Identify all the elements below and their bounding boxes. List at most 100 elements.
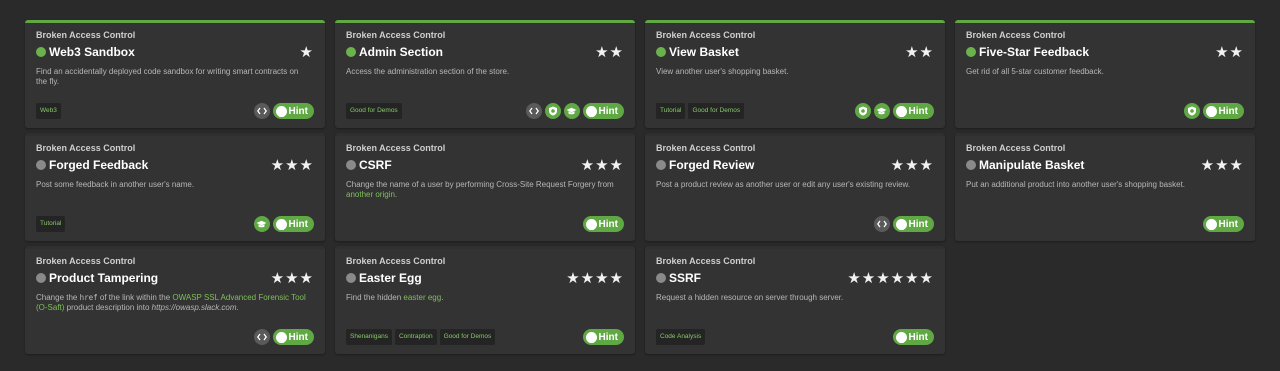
mortarboard-icon[interactable] xyxy=(563,103,580,119)
code-icon[interactable] xyxy=(253,329,270,345)
hint-button[interactable]: Hint xyxy=(1202,216,1244,232)
description-text: https://owasp.slack.com xyxy=(151,303,237,312)
challenge-tag: Contraption xyxy=(394,329,437,345)
challenge-actions: Hint xyxy=(1202,216,1244,232)
challenge-tag: Tutorial xyxy=(36,216,66,232)
challenge-description: Request a hidden resource on server thro… xyxy=(656,293,926,303)
difficulty-stars: ★★ xyxy=(905,44,934,61)
challenge-actions: Hint xyxy=(1183,103,1244,119)
difficulty-stars: ★★★ xyxy=(890,157,934,174)
hint-button[interactable]: Hint xyxy=(892,329,934,345)
challenge-title-row: Web3 Sandbox ★ xyxy=(36,44,314,61)
difficulty-stars: ★★★ xyxy=(580,157,624,174)
lightbulb-icon xyxy=(275,218,287,230)
challenge-category: Broken Access Control xyxy=(966,30,1066,40)
challenge-description: Find an accidentally deployed code sandb… xyxy=(36,67,306,87)
challenge-footer: Hint xyxy=(36,329,314,345)
description-text: Post some feedback in another user's nam… xyxy=(36,180,195,189)
challenge-card: Broken Access Control Web3 Sandbox ★ Find a… xyxy=(25,20,325,128)
unsolved-status-icon xyxy=(346,273,356,283)
challenge-footer: Hint xyxy=(346,216,624,232)
challenge-tag: Shenanigans xyxy=(346,329,392,345)
hint-label: Hint xyxy=(1218,105,1238,117)
difficulty-stars: ★★★ xyxy=(270,157,314,174)
description-link[interactable]: easter egg xyxy=(403,293,441,302)
challenge-actions: Hint xyxy=(582,216,624,232)
solved-status-icon xyxy=(36,47,46,57)
challenge-title: Forged Feedback xyxy=(49,158,149,172)
challenge-title: View Basket xyxy=(669,45,739,59)
code-icon[interactable] xyxy=(873,216,890,232)
challenge-tag: Code Analysis xyxy=(656,329,706,345)
challenge-category: Broken Access Control xyxy=(966,143,1066,153)
mortarboard-icon[interactable] xyxy=(253,216,270,232)
challenge-description: Put an additional product into another u… xyxy=(966,180,1236,190)
challenge-actions: Hint xyxy=(582,329,624,345)
hint-button[interactable]: Hint xyxy=(892,103,934,119)
hint-button[interactable]: Hint xyxy=(582,103,624,119)
difficulty-stars: ★ xyxy=(299,44,314,61)
solved-status-icon xyxy=(346,47,356,57)
challenge-title: Manipulate Basket xyxy=(979,158,1085,172)
challenge-title: Five-Star Feedback xyxy=(979,45,1090,59)
challenge-title: CSRF xyxy=(359,158,392,172)
challenge-category: Broken Access Control xyxy=(346,256,446,266)
code-icon[interactable] xyxy=(253,103,270,119)
description-text: Put an additional product into another u… xyxy=(966,180,1186,189)
challenge-title-row: Five-Star Feedback ★★ xyxy=(966,44,1244,61)
challenge-actions: Hint xyxy=(892,329,934,345)
badge-icon[interactable] xyxy=(544,103,561,119)
lightbulb-icon xyxy=(895,105,907,117)
description-link[interactable]: another origin xyxy=(346,190,395,199)
challenge-card: Broken Access Control Admin Section ★★ Acce… xyxy=(335,20,635,128)
badge-icon[interactable] xyxy=(1183,103,1200,119)
lightbulb-icon xyxy=(585,105,597,117)
description-text: product description into xyxy=(64,303,152,312)
challenge-description: Find the hidden easter egg. xyxy=(346,293,616,303)
description-text: Find the hidden xyxy=(346,293,404,302)
description-text: View another user's shopping basket. xyxy=(656,67,789,76)
challenge-card: Broken Access Control View Basket ★★ View a… xyxy=(645,20,945,128)
hint-button[interactable]: Hint xyxy=(272,103,314,119)
challenge-title-row: Forged Review ★★★ xyxy=(656,157,934,174)
challenge-category: Broken Access Control xyxy=(36,30,136,40)
description-text: Post a product review as another user or… xyxy=(656,180,911,189)
hint-label: Hint xyxy=(908,218,928,230)
challenge-category: Broken Access Control xyxy=(346,143,446,153)
hint-label: Hint xyxy=(598,105,618,117)
description-text: Change the xyxy=(36,293,80,302)
challenge-title: Easter Egg xyxy=(359,271,422,285)
tag-list: Code Analysis xyxy=(656,329,706,345)
lightbulb-icon xyxy=(585,218,597,230)
badge-icon[interactable] xyxy=(854,103,871,119)
challenge-title-row: View Basket ★★ xyxy=(656,44,934,61)
challenge-actions: Hint xyxy=(525,103,624,119)
challenge-category: Broken Access Control xyxy=(36,256,136,266)
tag-list: Shenanigans Contraption Good for Demos xyxy=(346,329,496,345)
unsolved-status-icon xyxy=(966,160,976,170)
challenge-footer: Good for Demos Hint xyxy=(346,103,624,119)
challenge-card: Broken Access Control Product Tampering ★★… xyxy=(25,246,325,354)
lightbulb-icon xyxy=(585,331,597,343)
hint-button[interactable]: Hint xyxy=(892,216,934,232)
tag-list: Web3 xyxy=(36,103,61,119)
hint-button[interactable]: Hint xyxy=(582,216,624,232)
hint-label: Hint xyxy=(908,331,928,343)
hint-button[interactable]: Hint xyxy=(272,216,314,232)
difficulty-stars: ★★ xyxy=(1215,44,1244,61)
challenge-actions: Hint xyxy=(253,329,314,345)
challenge-title: Product Tampering xyxy=(49,271,159,285)
challenge-description: Post some feedback in another user's nam… xyxy=(36,180,306,190)
hint-button[interactable]: Hint xyxy=(1202,103,1244,119)
description-text: Change the name of a user by performing … xyxy=(346,180,614,189)
challenge-card: Broken Access Control Forged Review ★★★ Pos… xyxy=(645,133,945,241)
code-icon[interactable] xyxy=(525,103,542,119)
description-text: . xyxy=(236,303,239,312)
mortarboard-icon[interactable] xyxy=(873,103,890,119)
hint-button[interactable]: Hint xyxy=(272,329,314,345)
description-text: href xyxy=(79,293,98,302)
hint-button[interactable]: Hint xyxy=(582,329,624,345)
challenge-actions: Hint xyxy=(854,103,934,119)
lightbulb-icon xyxy=(275,105,287,117)
challenge-category: Broken Access Control xyxy=(656,143,756,153)
